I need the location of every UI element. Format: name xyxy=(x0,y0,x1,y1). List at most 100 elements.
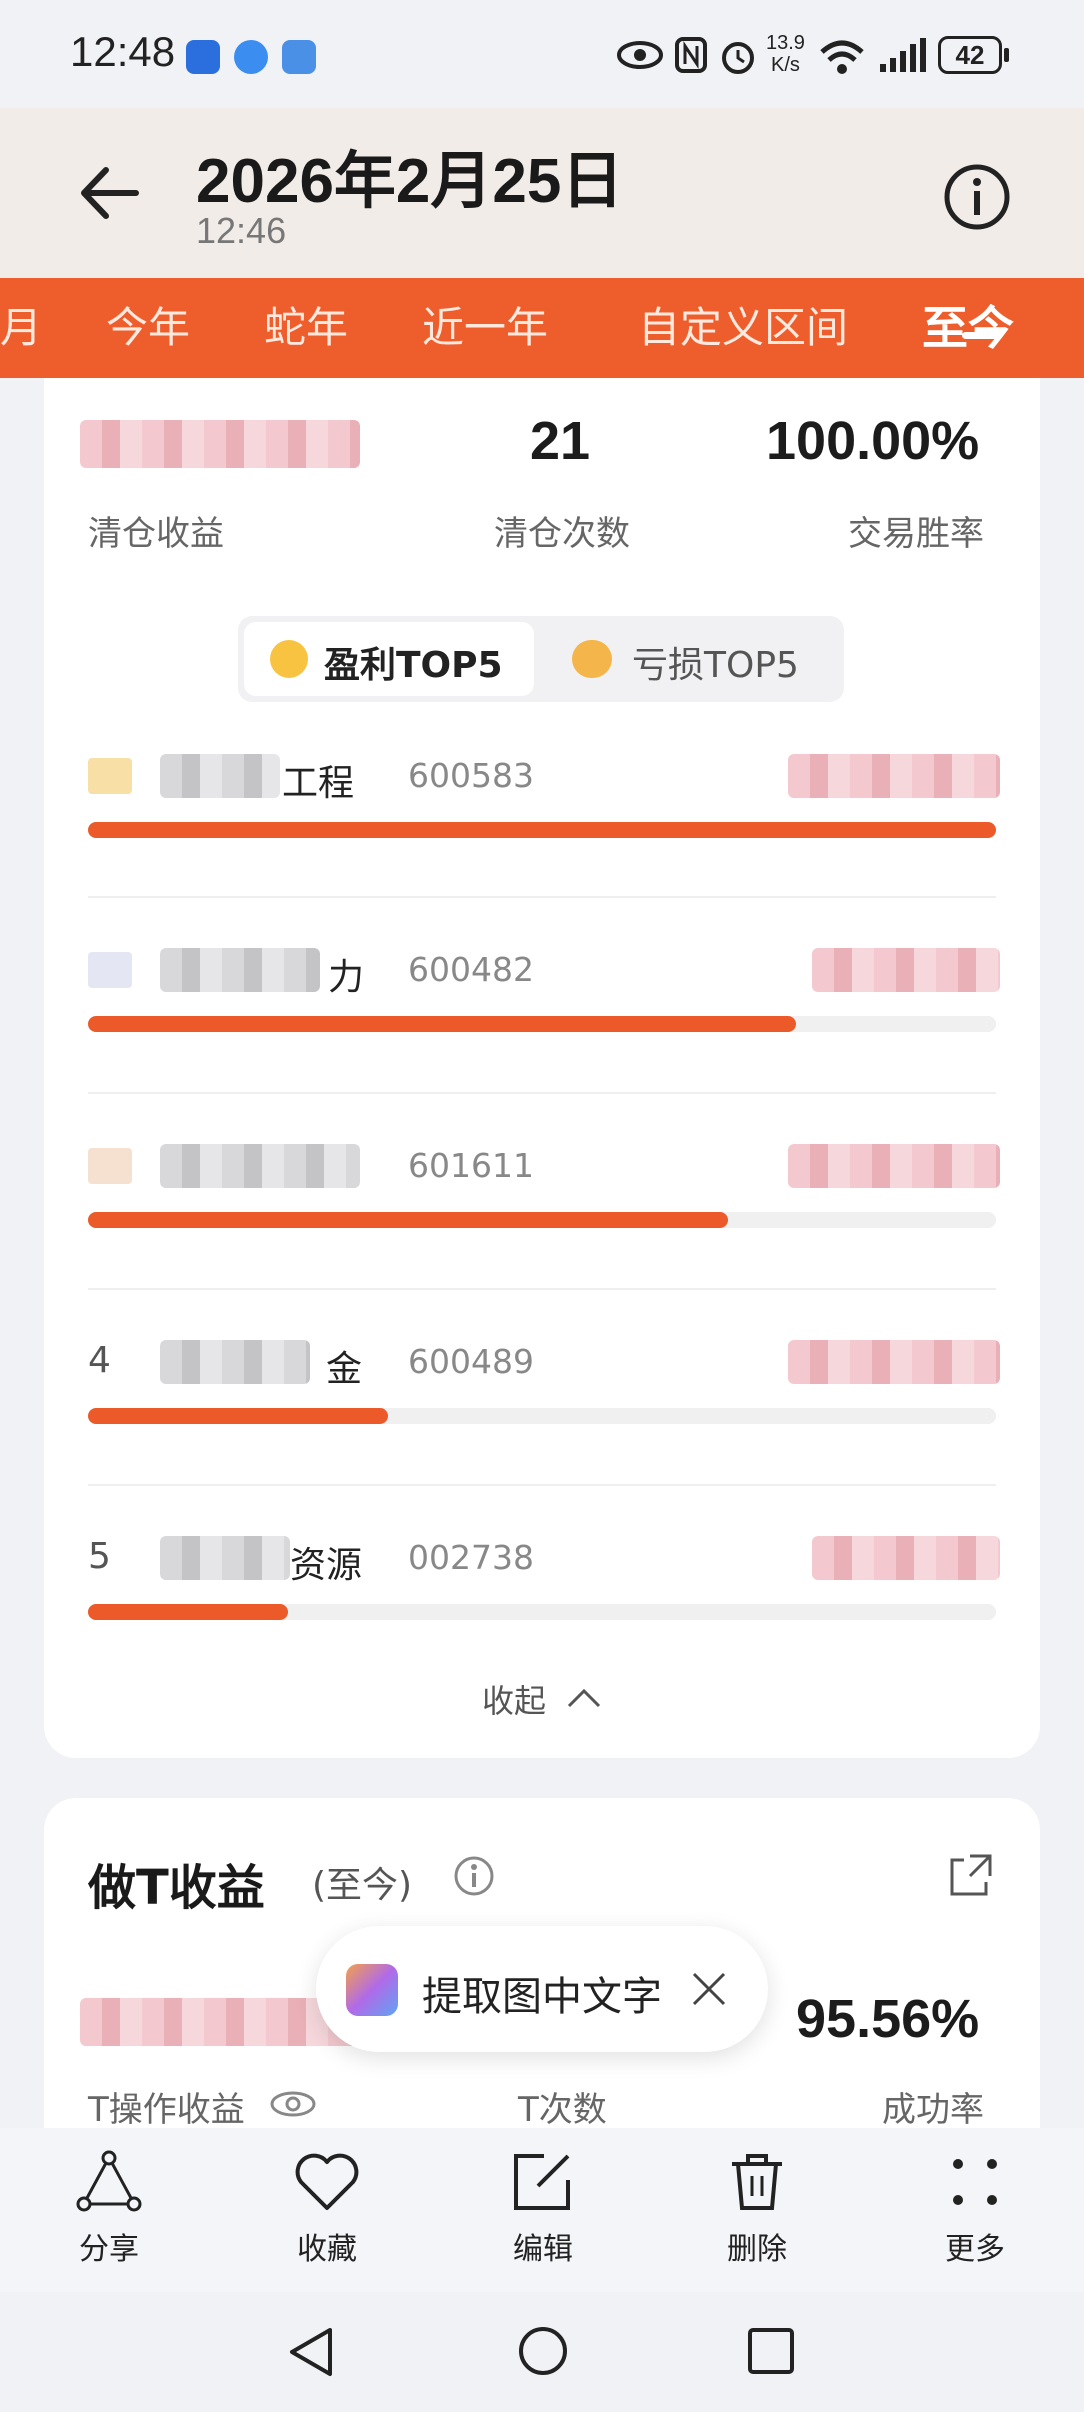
list-item[interactable]: 601611 xyxy=(44,1140,1040,1330)
edit-label: 编辑 xyxy=(513,2232,573,2267)
stock-name-redacted xyxy=(160,1536,290,1580)
stock-profit-redacted xyxy=(788,754,1000,798)
stock-code: 601611 xyxy=(408,1146,534,1185)
ocr-extract-popup[interactable]: 提取图中文字 xyxy=(316,1926,768,2052)
network-speed: 13.9 K/s xyxy=(766,32,805,76)
ocr-scan-icon xyxy=(346,1964,398,2016)
tab-last-year[interactable]: 近一年 xyxy=(422,278,548,378)
status-bar: 12:48 13.9 K/s 42 xyxy=(0,0,1084,108)
rank-1-icon xyxy=(88,758,132,794)
status-time: 12:48 xyxy=(70,28,176,75)
heart-icon xyxy=(295,2153,359,2210)
divider xyxy=(88,1092,996,1094)
win-rate-value: 100.00% xyxy=(766,411,980,471)
battery-indicator: 42 xyxy=(938,36,1002,74)
info-icon[interactable] xyxy=(942,162,1012,232)
t-profit-label: T操作收益 xyxy=(88,2090,245,2130)
tab-month[interactable]: 月 xyxy=(0,278,42,378)
stock-code: 600583 xyxy=(408,756,534,795)
divider xyxy=(88,1288,996,1290)
crying-emoji-icon xyxy=(572,640,612,678)
profit-bar-fill xyxy=(88,1408,388,1424)
ocr-extract-label: 提取图中文字 xyxy=(422,1974,662,2020)
page-subtitle-time: 12:46 xyxy=(196,210,287,251)
success-rate-value: 95.56% xyxy=(796,1989,980,2049)
smile-emoji-icon xyxy=(270,640,308,678)
loss-top5-tab[interactable]: 亏损TOP5 xyxy=(632,636,799,688)
profit-bar-fill xyxy=(88,822,996,838)
stock-name-suffix: 工程 xyxy=(282,763,355,804)
t-trade-title: 做T收益 xyxy=(88,1860,265,1916)
stock-profit-redacted xyxy=(812,948,1000,992)
tab-to-date[interactable]: 至今 xyxy=(922,278,1014,378)
divider xyxy=(88,1484,996,1486)
wifi-icon xyxy=(820,40,864,74)
list-item[interactable]: 力 600482 xyxy=(44,944,1040,1134)
rank-3-icon xyxy=(88,1148,132,1184)
nav-recents-icon[interactable] xyxy=(746,2326,796,2376)
profit-bar-track xyxy=(88,822,996,838)
clearance-profit-value-redacted xyxy=(80,420,360,468)
stock-name-suffix: 力 xyxy=(328,957,365,998)
eye-icon[interactable] xyxy=(268,2086,318,2122)
stock-profit-redacted xyxy=(788,1340,1000,1384)
stock-name-suffix: 金 xyxy=(326,1349,363,1390)
tab-this-year[interactable]: 今年 xyxy=(106,278,190,378)
clearance-profit-label: 清仓收益 xyxy=(88,514,224,554)
close-icon[interactable] xyxy=(690,1970,728,2008)
period-tab-bar: 月 今年 蛇年 近一年 自定义区间 至今 xyxy=(0,278,1084,378)
profit-bar-fill xyxy=(88,1212,729,1228)
profit-bar-track xyxy=(88,1212,996,1228)
profit-top5-tab[interactable]: 盈利TOP5 xyxy=(244,622,534,696)
stock-code: 600489 xyxy=(408,1342,534,1381)
list-item[interactable]: 工程 600583 xyxy=(44,750,1040,940)
back-arrow-icon[interactable] xyxy=(74,158,144,228)
edit-button[interactable]: 编辑 xyxy=(478,2150,608,2268)
tab-snake-year[interactable]: 蛇年 xyxy=(264,278,348,378)
more-button[interactable]: 更多 xyxy=(910,2150,1040,2268)
collapse-label: 收起 xyxy=(482,1682,547,1720)
nav-back-icon[interactable] xyxy=(286,2326,336,2378)
stock-name-suffix: 资源 xyxy=(290,1545,363,1586)
rank-number: 5 xyxy=(88,1536,111,1577)
stock-name-redacted xyxy=(160,754,280,798)
stock-profit-redacted xyxy=(812,1536,1000,1580)
battery-cap xyxy=(1004,48,1009,62)
t-trade-period: (至今) xyxy=(312,1865,413,1906)
collapse-button[interactable]: 收起 xyxy=(482,1676,632,1726)
clearance-count-value: 21 xyxy=(530,411,591,471)
rank-2-icon xyxy=(88,952,132,988)
clearance-card: 21 100.00% 清仓收益 清仓次数 交易胜率 盈利TOP5 亏损TOP5 … xyxy=(44,378,1040,1758)
page-title-date: 2026年2月25日 xyxy=(196,147,624,216)
profit-bar-track xyxy=(88,1016,996,1032)
page-header: 2026年2月25日 12:46 xyxy=(0,108,1084,278)
divider xyxy=(88,896,996,898)
tab-custom-range[interactable]: 自定义区间 xyxy=(638,278,848,378)
share-label: 分享 xyxy=(79,2232,139,2267)
stock-profit-redacted xyxy=(788,1144,1000,1188)
t-count-label: T次数 xyxy=(518,2090,607,2130)
stock-name-redacted xyxy=(160,1340,310,1384)
share-icon xyxy=(76,2150,142,2212)
favorite-label: 收藏 xyxy=(297,2232,357,2267)
stock-name-redacted xyxy=(160,948,320,992)
edit-icon xyxy=(514,2154,570,2210)
nav-home-icon[interactable] xyxy=(516,2324,570,2378)
favorite-button[interactable]: 收藏 xyxy=(262,2150,392,2268)
profit-bar-track xyxy=(88,1604,996,1620)
nfc-icon xyxy=(675,37,707,73)
win-rate-label: 交易胜率 xyxy=(848,514,984,554)
profit-top5-label: 盈利TOP5 xyxy=(324,645,503,686)
success-rate-label: 成功率 xyxy=(882,2090,984,2130)
stock-code: 600482 xyxy=(408,950,534,989)
profit-bar-track xyxy=(88,1408,996,1424)
profit-bar-fill xyxy=(88,1604,288,1620)
share-button[interactable]: 分享 xyxy=(44,2150,174,2268)
search-app-icon xyxy=(282,40,316,74)
list-item[interactable]: 4 金 600489 xyxy=(44,1336,1040,1526)
info-icon[interactable] xyxy=(452,1854,496,1898)
top5-toggle: 盈利TOP5 亏损TOP5 xyxy=(238,616,844,702)
delete-button[interactable]: 删除 xyxy=(692,2150,822,2268)
share-out-icon[interactable] xyxy=(944,1850,996,1902)
profit-bar-fill xyxy=(88,1016,797,1032)
